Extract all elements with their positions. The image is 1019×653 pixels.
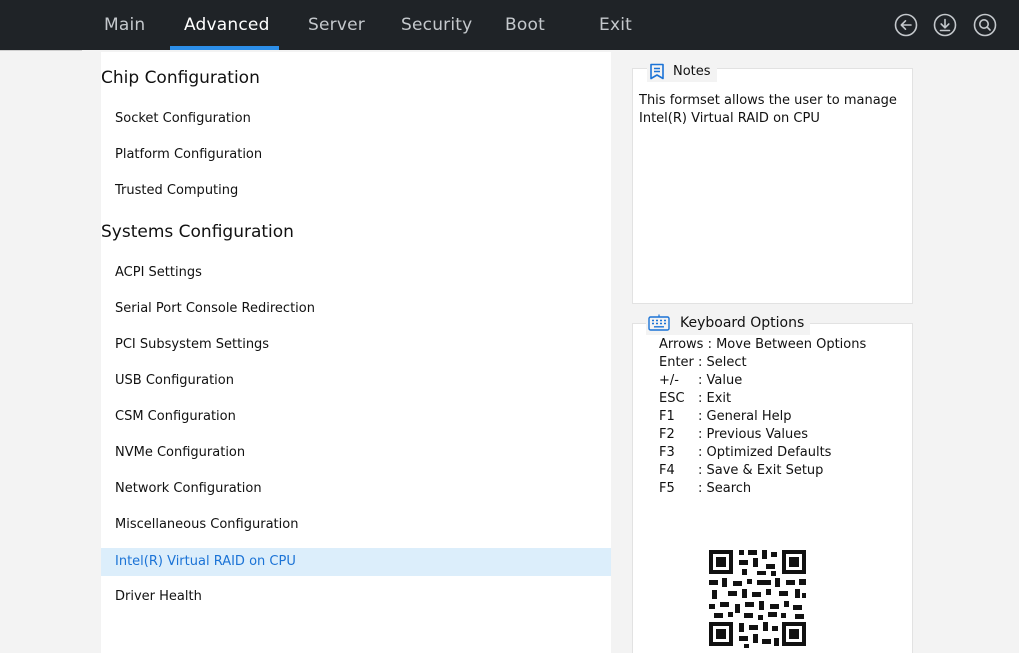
section-title-systems-configuration: Systems Configuration	[101, 222, 294, 242]
menu-item-serial-port-console-redirection[interactable]: Serial Port Console Redirection	[101, 295, 611, 323]
menu-item-miscellaneous-configuration[interactable]: Miscellaneous Configuration	[101, 511, 611, 539]
key-label: +/-	[659, 373, 679, 388]
key-description: : Optimized Defaults	[698, 445, 832, 460]
search-icon[interactable]	[973, 13, 997, 37]
keyboard-icon	[648, 314, 670, 331]
menu-item-acpi-settings[interactable]: ACPI Settings	[101, 259, 611, 287]
key-description: : Exit	[698, 391, 732, 406]
topbar-divider	[0, 50, 82, 51]
menu-item-network-configuration[interactable]: Network Configuration	[101, 475, 611, 503]
menu-item-nvme-configuration[interactable]: NVMe Configuration	[101, 439, 611, 467]
keyboard-option-row: F1 : General Help	[659, 408, 792, 426]
tab-server[interactable]: Server	[308, 0, 365, 50]
tab-advanced[interactable]: Advanced	[184, 0, 270, 50]
key-description: : Search	[698, 481, 752, 496]
keyboard-option-row: Arrows : Move Between Options	[659, 336, 866, 354]
menu-item-csm-configuration[interactable]: CSM Configuration	[101, 403, 611, 431]
download-icon[interactable]	[933, 13, 957, 37]
tab-exit[interactable]: Exit	[599, 0, 632, 50]
menu-item-usb-configuration[interactable]: USB Configuration	[101, 367, 611, 395]
key-label: F1	[659, 409, 675, 424]
key-label: F5	[659, 481, 675, 496]
key-label: ESC	[659, 391, 685, 406]
keyboard-option-row: F3 : Optimized Defaults	[659, 444, 831, 462]
keyboard-options-title: Keyboard Options	[680, 315, 805, 331]
menu-item-intel-virtual-raid-on-cpu[interactable]: Intel(R) Virtual RAID on CPU	[101, 548, 611, 576]
key-description: : Select	[698, 355, 747, 370]
bookmark-icon	[650, 63, 664, 79]
key-label: F4	[659, 463, 675, 478]
tab-security[interactable]: Security	[401, 0, 472, 50]
section-title-chip-configuration: Chip Configuration	[101, 68, 260, 88]
key-label: F3	[659, 445, 675, 460]
menu-item-socket-configuration[interactable]: Socket Configuration	[101, 105, 611, 133]
key-label: Enter	[659, 355, 694, 370]
keyboard-option-row: Enter : Select	[659, 354, 747, 372]
notes-text: This formset allows the user to manage I…	[639, 93, 897, 126]
top-navigation-bar: Main Advanced Server Security Boot Exit	[0, 0, 1019, 50]
key-description: : General Help	[698, 409, 792, 424]
key-label: Arrows	[659, 337, 704, 352]
key-description: : Move Between Options	[707, 337, 867, 352]
menu-item-pci-subsystem-settings[interactable]: PCI Subsystem Settings	[101, 331, 611, 359]
key-description: : Previous Values	[698, 427, 809, 442]
keyboard-option-row: F4 : Save & Exit Setup	[659, 462, 823, 480]
menu-item-trusted-computing[interactable]: Trusted Computing	[101, 177, 611, 205]
qr-code-icon	[700, 538, 819, 653]
keyboard-options-header: Keyboard Options	[646, 311, 811, 335]
menu-item-driver-health[interactable]: Driver Health	[101, 583, 611, 611]
key-label: F2	[659, 427, 675, 442]
tab-main[interactable]: Main	[104, 0, 145, 50]
key-description: : Save & Exit Setup	[698, 463, 824, 478]
active-tab-indicator	[170, 46, 279, 50]
keyboard-option-row: F2 : Previous Values	[659, 426, 808, 444]
notes-header: Notes	[647, 60, 717, 82]
keyboard-option-row: ESC : Exit	[659, 390, 731, 408]
tab-boot[interactable]: Boot	[505, 0, 545, 50]
back-arrow-icon[interactable]	[894, 13, 918, 37]
notes-title: Notes	[673, 63, 711, 79]
menu-item-platform-configuration[interactable]: Platform Configuration	[101, 141, 611, 169]
keyboard-option-row: +/- : Value	[659, 372, 742, 390]
key-description: : Value	[698, 373, 743, 388]
keyboard-option-row: F5 : Search	[659, 480, 751, 498]
